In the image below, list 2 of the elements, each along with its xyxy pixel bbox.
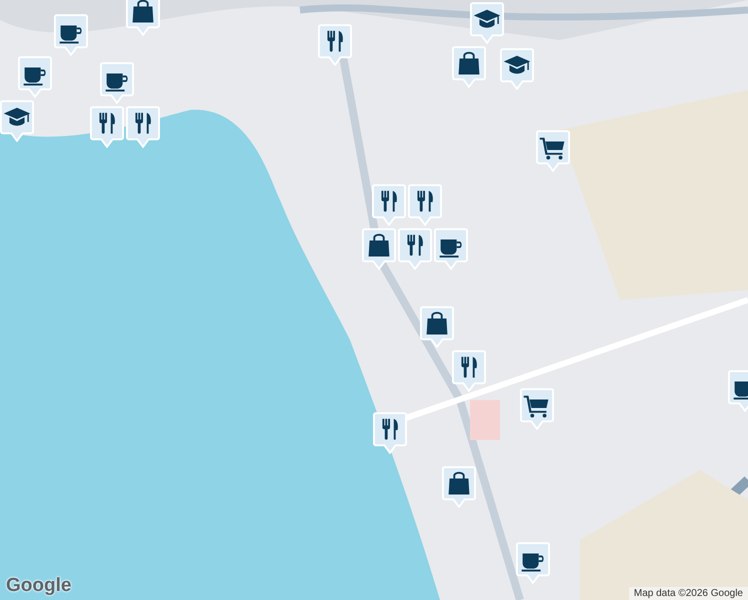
map-attribution: Map data ©2026 Google <box>628 587 748 600</box>
google-logo: Google <box>6 575 72 597</box>
